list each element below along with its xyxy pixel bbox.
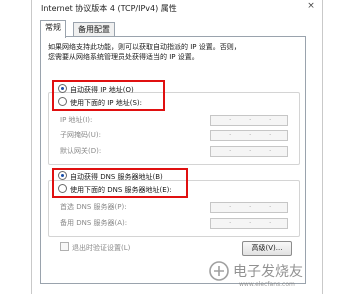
dns-auto-radio[interactable]: 自动获得 DNS 服务器地址(B) <box>58 171 163 183</box>
validate-on-exit-label: 退出时验证设置(L) <box>72 244 131 252</box>
radio-unselected-icon <box>58 184 67 193</box>
watermark-main-text: 电子发烧友 <box>233 264 303 280</box>
dns-auto-label: 自动获得 DNS 服务器地址(B) <box>70 173 163 181</box>
preferred-dns-input[interactable]: ... <box>210 201 288 213</box>
dns-manual-label: 使用下面的 DNS 服务器地址(E): <box>70 186 172 194</box>
description-line-2: 您需要从网络系统管理员处获得适当的 IP 设置。 <box>48 53 199 61</box>
title-bar: Internet 协议版本 4 (TCP/IPv4) 属性 × <box>31 0 321 17</box>
ip-manual-radio[interactable]: 使用下面的 IP 地址(S): <box>58 97 142 109</box>
alternate-dns-input[interactable]: ... <box>210 217 288 229</box>
description-text: 如果网络支持此功能，则可以获取自动指派的 IP 设置。否则， 您需要从网络系统管… <box>48 42 304 62</box>
tab-general[interactable]: 常规 <box>40 20 66 38</box>
close-icon[interactable]: × <box>305 1 317 12</box>
radio-selected-icon <box>58 171 67 180</box>
ip-address-label: IP 地址(I): <box>60 116 93 124</box>
validate-on-exit-checkbox[interactable]: 退出时验证设置(L) <box>60 242 130 254</box>
advanced-button[interactable]: 高级(V)... <box>242 241 292 256</box>
checkbox-icon <box>60 242 69 251</box>
alternate-dns-label: 备用 DNS 服务器(A): <box>60 219 128 227</box>
ip-auto-radio[interactable]: 自动获得 IP 地址(O) <box>58 84 134 96</box>
description-line-1: 如果网络支持此功能，则可以获取自动指派的 IP 设置。否则， <box>48 43 241 51</box>
ip-auto-label: 自动获得 IP 地址(O) <box>70 86 134 94</box>
window-title: Internet 协议版本 4 (TCP/IPv4) 属性 <box>41 4 177 13</box>
ip-address-input[interactable]: ... <box>210 114 288 126</box>
ip-manual-label: 使用下面的 IP 地址(S): <box>70 99 142 107</box>
radio-selected-icon <box>58 84 67 93</box>
subnet-mask-input[interactable]: ... <box>210 129 288 141</box>
default-gateway-input[interactable]: ... <box>210 145 288 157</box>
watermark-logo: 电子发烧友 www.elecfans.com <box>205 258 335 288</box>
default-gateway-label: 默认网关(D): <box>60 147 102 155</box>
tab-alternate-config[interactable]: 备用配置 <box>73 22 115 37</box>
dns-manual-radio[interactable]: 使用下面的 DNS 服务器地址(E): <box>58 184 172 196</box>
preferred-dns-label: 首选 DNS 服务器(P): <box>60 203 127 211</box>
subnet-mask-label: 子网掩码(U): <box>60 131 101 139</box>
watermark-sub-text: www.elecfans.com <box>239 281 295 288</box>
radio-unselected-icon <box>58 97 67 106</box>
